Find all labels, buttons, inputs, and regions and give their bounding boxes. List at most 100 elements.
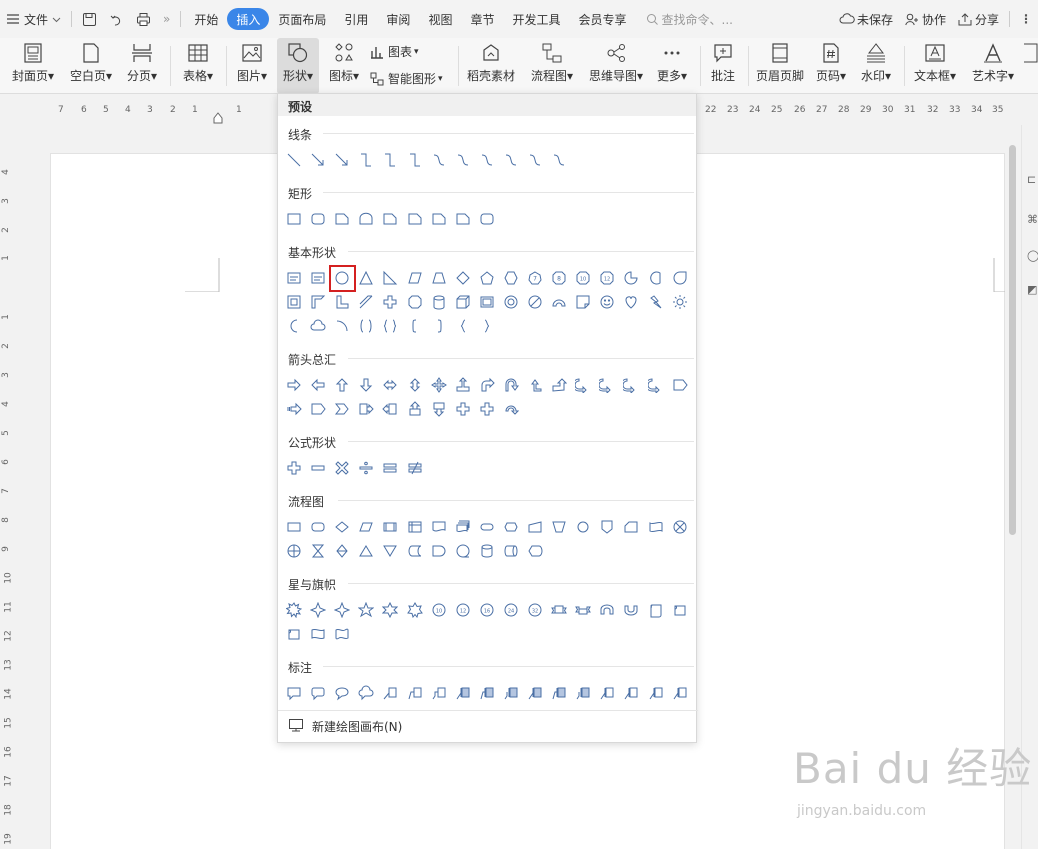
smart-art-button[interactable]: 智能图形 ▾ xyxy=(370,70,443,87)
more-vertical-icon[interactable]: ⋮ xyxy=(1014,8,1038,30)
shape-cloud-icon[interactable] xyxy=(309,317,327,335)
shape-ucall-icon[interactable] xyxy=(406,400,424,418)
icon-button[interactable]: 图标▾ xyxy=(324,38,364,94)
shape-box1-icon[interactable] xyxy=(622,684,640,702)
shape-acc1-icon[interactable] xyxy=(454,684,472,702)
shape-scrollh-icon[interactable] xyxy=(285,625,303,643)
shape-rrcallout-icon[interactable] xyxy=(309,684,327,702)
shape-n24-icon[interactable]: 24 xyxy=(502,601,520,619)
shape-cross-icon[interactable] xyxy=(381,293,399,311)
shape-conn-icon[interactable] xyxy=(574,518,592,536)
new-drawing-canvas-button[interactable]: 新建绘图画布(N) xyxy=(278,710,698,742)
more-ribbon-button[interactable] xyxy=(1024,38,1038,94)
indent-marker-icon[interactable] xyxy=(213,109,223,128)
material-button[interactable]: 稻壳素材 xyxy=(465,38,517,94)
picture-button[interactable]: 图片▾ xyxy=(232,38,272,94)
shape-rbrace-icon[interactable] xyxy=(478,317,496,335)
page-number-button[interactable]: 页码▾ xyxy=(813,38,849,94)
shape-snip-icon[interactable] xyxy=(454,210,472,228)
shape-or-icon[interactable] xyxy=(285,542,303,560)
shape-snip-icon[interactable] xyxy=(381,210,399,228)
shape-curved-icon[interactable] xyxy=(647,376,665,394)
shape-noteq-icon[interactable] xyxy=(406,459,424,477)
shape-scrollv-icon[interactable] xyxy=(647,601,665,619)
shape-button[interactable]: 形状▾ xyxy=(277,38,319,94)
shape-para-icon[interactable] xyxy=(406,269,424,287)
shape-offpage-icon[interactable] xyxy=(598,518,616,536)
shape-tear-icon[interactable] xyxy=(671,269,689,287)
tab-membership[interactable]: 会员专享 xyxy=(569,8,635,30)
shape-ocallout-icon[interactable] xyxy=(333,684,351,702)
undo-icon[interactable] xyxy=(103,8,130,30)
shape-alt-icon[interactable] xyxy=(309,518,327,536)
more-quick-access-icon[interactable]: » xyxy=(157,8,176,30)
shape-acc2-icon[interactable] xyxy=(478,684,496,702)
shape-dec-icon[interactable]: 10 xyxy=(574,269,592,287)
shape-diamond-icon[interactable] xyxy=(454,269,472,287)
shape-udarrow-icon[interactable] xyxy=(406,376,424,394)
shape-curved-icon[interactable] xyxy=(622,376,640,394)
shape-elbow-icon[interactable] xyxy=(406,151,424,169)
shape-line1-icon[interactable] xyxy=(381,684,399,702)
shape-uarrow-icon[interactable] xyxy=(333,376,351,394)
shape-decision-icon[interactable] xyxy=(333,518,351,536)
shape-luarrow-icon[interactable] xyxy=(454,376,472,394)
shape-octagon-icon[interactable] xyxy=(406,293,424,311)
shape-curve-icon[interactable] xyxy=(502,151,520,169)
shape-n16-icon[interactable]: 16 xyxy=(478,601,496,619)
shape-snip-icon[interactable] xyxy=(333,210,351,228)
shape-bent-icon[interactable] xyxy=(478,376,496,394)
shape-display-icon[interactable] xyxy=(526,542,544,560)
shape-burst-icon[interactable] xyxy=(285,601,303,619)
shape-tape-icon[interactable] xyxy=(647,518,665,536)
shape-arcline-icon[interactable] xyxy=(333,317,351,335)
shape-prep-icon[interactable] xyxy=(502,518,520,536)
tab-developer[interactable]: 开发工具 xyxy=(503,8,569,30)
shape-delay-icon[interactable] xyxy=(430,542,448,560)
shape-lcall-icon[interactable] xyxy=(381,400,399,418)
shape-card-icon[interactable] xyxy=(622,518,640,536)
save-icon[interactable] xyxy=(76,8,103,30)
shape-dwave-icon[interactable] xyxy=(333,625,351,643)
shape-snip-icon[interactable] xyxy=(406,210,424,228)
shape-bevel-icon[interactable] xyxy=(478,293,496,311)
wordart-button[interactable]: 艺术字▾ xyxy=(968,38,1018,94)
shape-uturn-icon[interactable] xyxy=(502,376,520,394)
textbox-button[interactable]: 文本框▾ xyxy=(910,38,960,94)
pane-icon[interactable]: ⊏ xyxy=(1027,173,1036,186)
shape-star4-icon[interactable] xyxy=(309,601,327,619)
shape-box1-icon[interactable] xyxy=(671,684,689,702)
shape-star4-icon[interactable] xyxy=(333,601,351,619)
shape-multidoc-icon[interactable] xyxy=(454,518,472,536)
shape-doc-icon[interactable] xyxy=(430,518,448,536)
shape-manual-icon[interactable] xyxy=(526,518,544,536)
shape-fold-icon[interactable] xyxy=(574,293,592,311)
shape-ribbonu-icon[interactable] xyxy=(550,601,568,619)
shape-dodec-icon[interactable]: 12 xyxy=(598,269,616,287)
shape-plus-icon[interactable] xyxy=(478,400,496,418)
shape-mult-icon[interactable] xyxy=(333,459,351,477)
shape-stored-icon[interactable] xyxy=(406,542,424,560)
shape-dcall-icon[interactable] xyxy=(430,400,448,418)
shape-chord-icon[interactable] xyxy=(647,269,665,287)
shape-data-icon[interactable] xyxy=(357,518,375,536)
shape-div-icon[interactable] xyxy=(357,459,375,477)
shape-lbent-icon[interactable] xyxy=(526,376,544,394)
shape-heart-icon[interactable] xyxy=(622,293,640,311)
shape-arrowline-icon[interactable] xyxy=(309,151,327,169)
shape-pentarrow-icon[interactable] xyxy=(671,376,689,394)
shape-elbow-icon[interactable] xyxy=(381,151,399,169)
shape-acc3-icon[interactable] xyxy=(502,684,520,702)
shape-ribbonc-icon[interactable] xyxy=(598,601,616,619)
shape-hex-icon[interactable] xyxy=(502,269,520,287)
shape-equal-icon[interactable] xyxy=(381,459,399,477)
shape-ribboncd-icon[interactable] xyxy=(622,601,640,619)
collaborate-button[interactable]: 协作 xyxy=(899,8,952,30)
shape-bpair-icon[interactable] xyxy=(357,317,375,335)
shape-textbox-icon[interactable] xyxy=(285,269,303,287)
blank-page-button[interactable]: 空白页▾ xyxy=(66,38,116,94)
shape-halfframe-icon[interactable] xyxy=(309,293,327,311)
shape-frame-icon[interactable] xyxy=(285,293,303,311)
shape-lbracket-icon[interactable] xyxy=(406,317,424,335)
page-break-button[interactable]: 分页▾ xyxy=(122,38,162,94)
